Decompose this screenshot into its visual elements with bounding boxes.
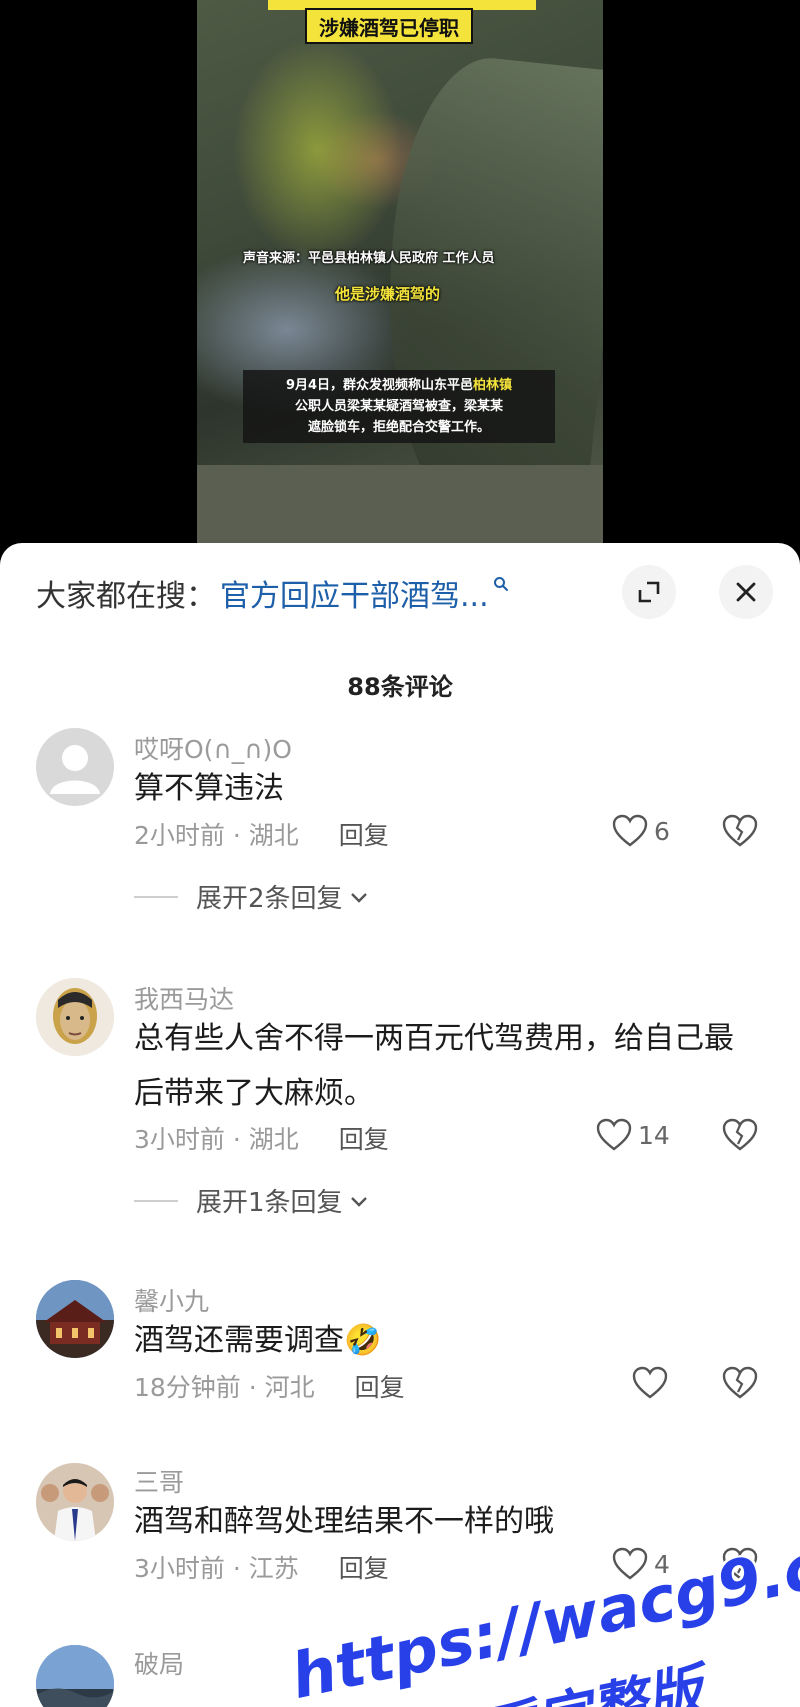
avatar[interactable]	[36, 728, 114, 806]
like-button[interactable]	[632, 1366, 674, 1400]
divider	[134, 895, 178, 898]
comment-text: 酒驾还需要调查🤣	[134, 1323, 382, 1358]
comment-meta: 3小时前 · 江苏 回复	[134, 1549, 389, 1585]
trending-search-term[interactable]: 官方回应干部酒驾...	[220, 571, 489, 615]
video-frame[interactable]	[197, 0, 603, 545]
video-voice-source: 声音来源：平邑县柏林镇人民政府 工作人员	[243, 251, 495, 266]
news-line3: 遮脸锁车，拒绝配合交警工作。	[307, 420, 490, 435]
trending-search[interactable]: 大家都在搜： 官方回应干部酒驾...	[36, 571, 509, 615]
comment-count-title: 88条评论	[347, 673, 453, 701]
broken-heart-icon	[722, 1366, 758, 1399]
reply-button[interactable]: 回复	[339, 1125, 389, 1154]
expand-replies-button[interactable]: 展开2条回复	[134, 878, 371, 915]
reply-button[interactable]: 回复	[339, 821, 389, 850]
trending-search-prefix: 大家都在搜：	[36, 579, 216, 614]
like-button[interactable]: 14	[596, 1118, 670, 1152]
like-button[interactable]: 6	[612, 814, 670, 848]
video-player[interactable]: 涉嫌酒驾已停职 声音来源：平邑县柏林镇人民政府 工作人员 他是涉嫌酒驾的 9月4…	[0, 0, 800, 560]
like-count: 6	[654, 816, 670, 846]
dislike-button[interactable]	[722, 814, 758, 852]
like-count: 14	[638, 1120, 670, 1150]
video-news-caption: 9月4日，群众发视频称山东平邑柏林镇 公职人员梁某某疑酒驾被查，梁某某 遮脸锁车…	[243, 370, 555, 443]
comment-time-location: 18分钟前 · 河北	[134, 1373, 315, 1402]
comment-meta: 2小时前 · 湖北 回复	[134, 816, 389, 852]
divider	[134, 1199, 178, 1202]
reply-button[interactable]: 回复	[355, 1373, 405, 1402]
news-line1-highlight: 柏林镇	[473, 378, 513, 393]
expand-button[interactable]	[622, 565, 676, 619]
chevron-down-icon	[350, 1196, 367, 1207]
news-line1-prefix: 9月4日，群众发视频称山东平邑	[285, 378, 474, 393]
heart-icon	[596, 1118, 632, 1151]
comment-username[interactable]: 破局	[134, 1645, 184, 1681]
close-button[interactable]	[719, 565, 773, 619]
avatar[interactable]	[36, 1463, 114, 1541]
news-line2: 公职人员梁某某疑酒驾被查，梁某某	[294, 399, 503, 414]
comment-text: 算不算违法	[134, 771, 284, 806]
heart-icon	[612, 814, 648, 847]
expand-replies-button[interactable]: 展开1条回复	[134, 1182, 371, 1219]
expand-replies-label: 展开2条回复	[196, 884, 343, 914]
avatar[interactable]	[36, 1280, 114, 1358]
avatar[interactable]	[36, 978, 114, 1056]
comment-text: 总有些人舍不得一两百元代驾费用，给自己最后带来了大麻烦。	[134, 1021, 734, 1111]
close-icon	[736, 582, 756, 602]
chevron-down-icon	[350, 892, 367, 903]
comment-time-location: 2小时前 · 湖北	[134, 821, 299, 850]
heart-icon	[632, 1366, 668, 1399]
broken-heart-icon	[722, 1118, 758, 1151]
comment-time-location: 3小时前 · 江苏	[134, 1554, 299, 1583]
video-headline-banner: 涉嫌酒驾已停职	[305, 8, 473, 44]
comment-text: 酒驾和醉驾处理结果不一样的哦	[134, 1504, 554, 1539]
comment-meta: 18分钟前 · 河北 回复	[134, 1368, 405, 1404]
avatar[interactable]	[36, 1645, 114, 1707]
dislike-button[interactable]	[722, 1118, 758, 1156]
comments-sheet: 大家都在搜： 官方回应干部酒驾... 88条评论 哎呀O(∩_∩)O 算不算违法…	[0, 543, 800, 1707]
search-icon[interactable]	[493, 573, 509, 597]
video-scene-bottom	[197, 465, 603, 545]
expand-icon	[638, 581, 660, 603]
comment-meta: 3小时前 · 湖北 回复	[134, 1120, 389, 1156]
video-caption: 他是涉嫌酒驾的	[335, 285, 441, 303]
broken-heart-icon	[722, 814, 758, 847]
dislike-button[interactable]	[722, 1366, 758, 1404]
comment-time-location: 3小时前 · 湖北	[134, 1125, 299, 1154]
expand-replies-label: 展开1条回复	[196, 1188, 343, 1218]
reply-button[interactable]: 回复	[339, 1554, 389, 1583]
